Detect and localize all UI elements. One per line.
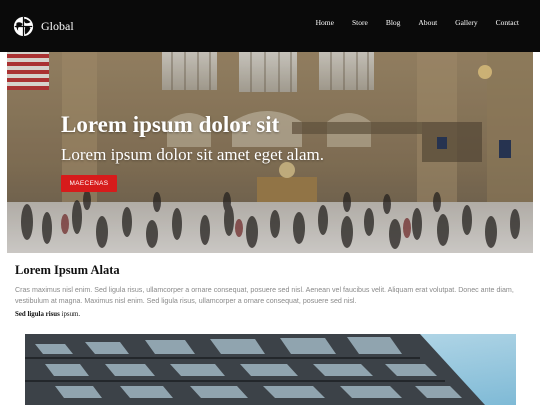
main-nav: Home Store Blog About Gallery Contact <box>307 18 528 27</box>
nav-item-home[interactable]: Home <box>307 18 343 27</box>
brand-name: Global <box>41 18 74 33</box>
hero-banner: Lorem ipsum dolor sit Lorem ipsum dolor … <box>7 52 533 253</box>
nav-item-about[interactable]: About <box>409 18 446 27</box>
building-photo <box>25 334 516 405</box>
globe-icon <box>13 16 34 36</box>
page: Global Home Store Blog About Gallery Con… <box>0 0 540 405</box>
building-image <box>25 334 516 405</box>
nav-item-store[interactable]: Store <box>343 18 377 27</box>
section-body-text: Cras maximus nisl enim. Sed ligula risus… <box>15 286 514 305</box>
nav-item-blog[interactable]: Blog <box>377 18 410 27</box>
nav-item-gallery[interactable]: Gallery <box>446 18 487 27</box>
hero-subtitle: Lorem ipsum dolor sit amet eget alam. <box>61 145 324 164</box>
section-note-rest: ipsum. <box>59 311 81 318</box>
section-note-bold: Sed ligula risus <box>15 311 60 318</box>
nav-item-contact[interactable]: Contact <box>487 18 528 27</box>
hero-cta-button[interactable]: MAECENAS <box>61 175 117 192</box>
section-note: Sed ligula risus ipsum. <box>15 311 80 318</box>
hero-title: Lorem ipsum dolor sit <box>61 112 280 137</box>
top-navigation-bar: Global Home Store Blog About Gallery Con… <box>0 0 540 52</box>
section-title: Lorem Ipsum Alata <box>15 263 120 277</box>
brand-home-link[interactable]: Global <box>13 14 74 38</box>
